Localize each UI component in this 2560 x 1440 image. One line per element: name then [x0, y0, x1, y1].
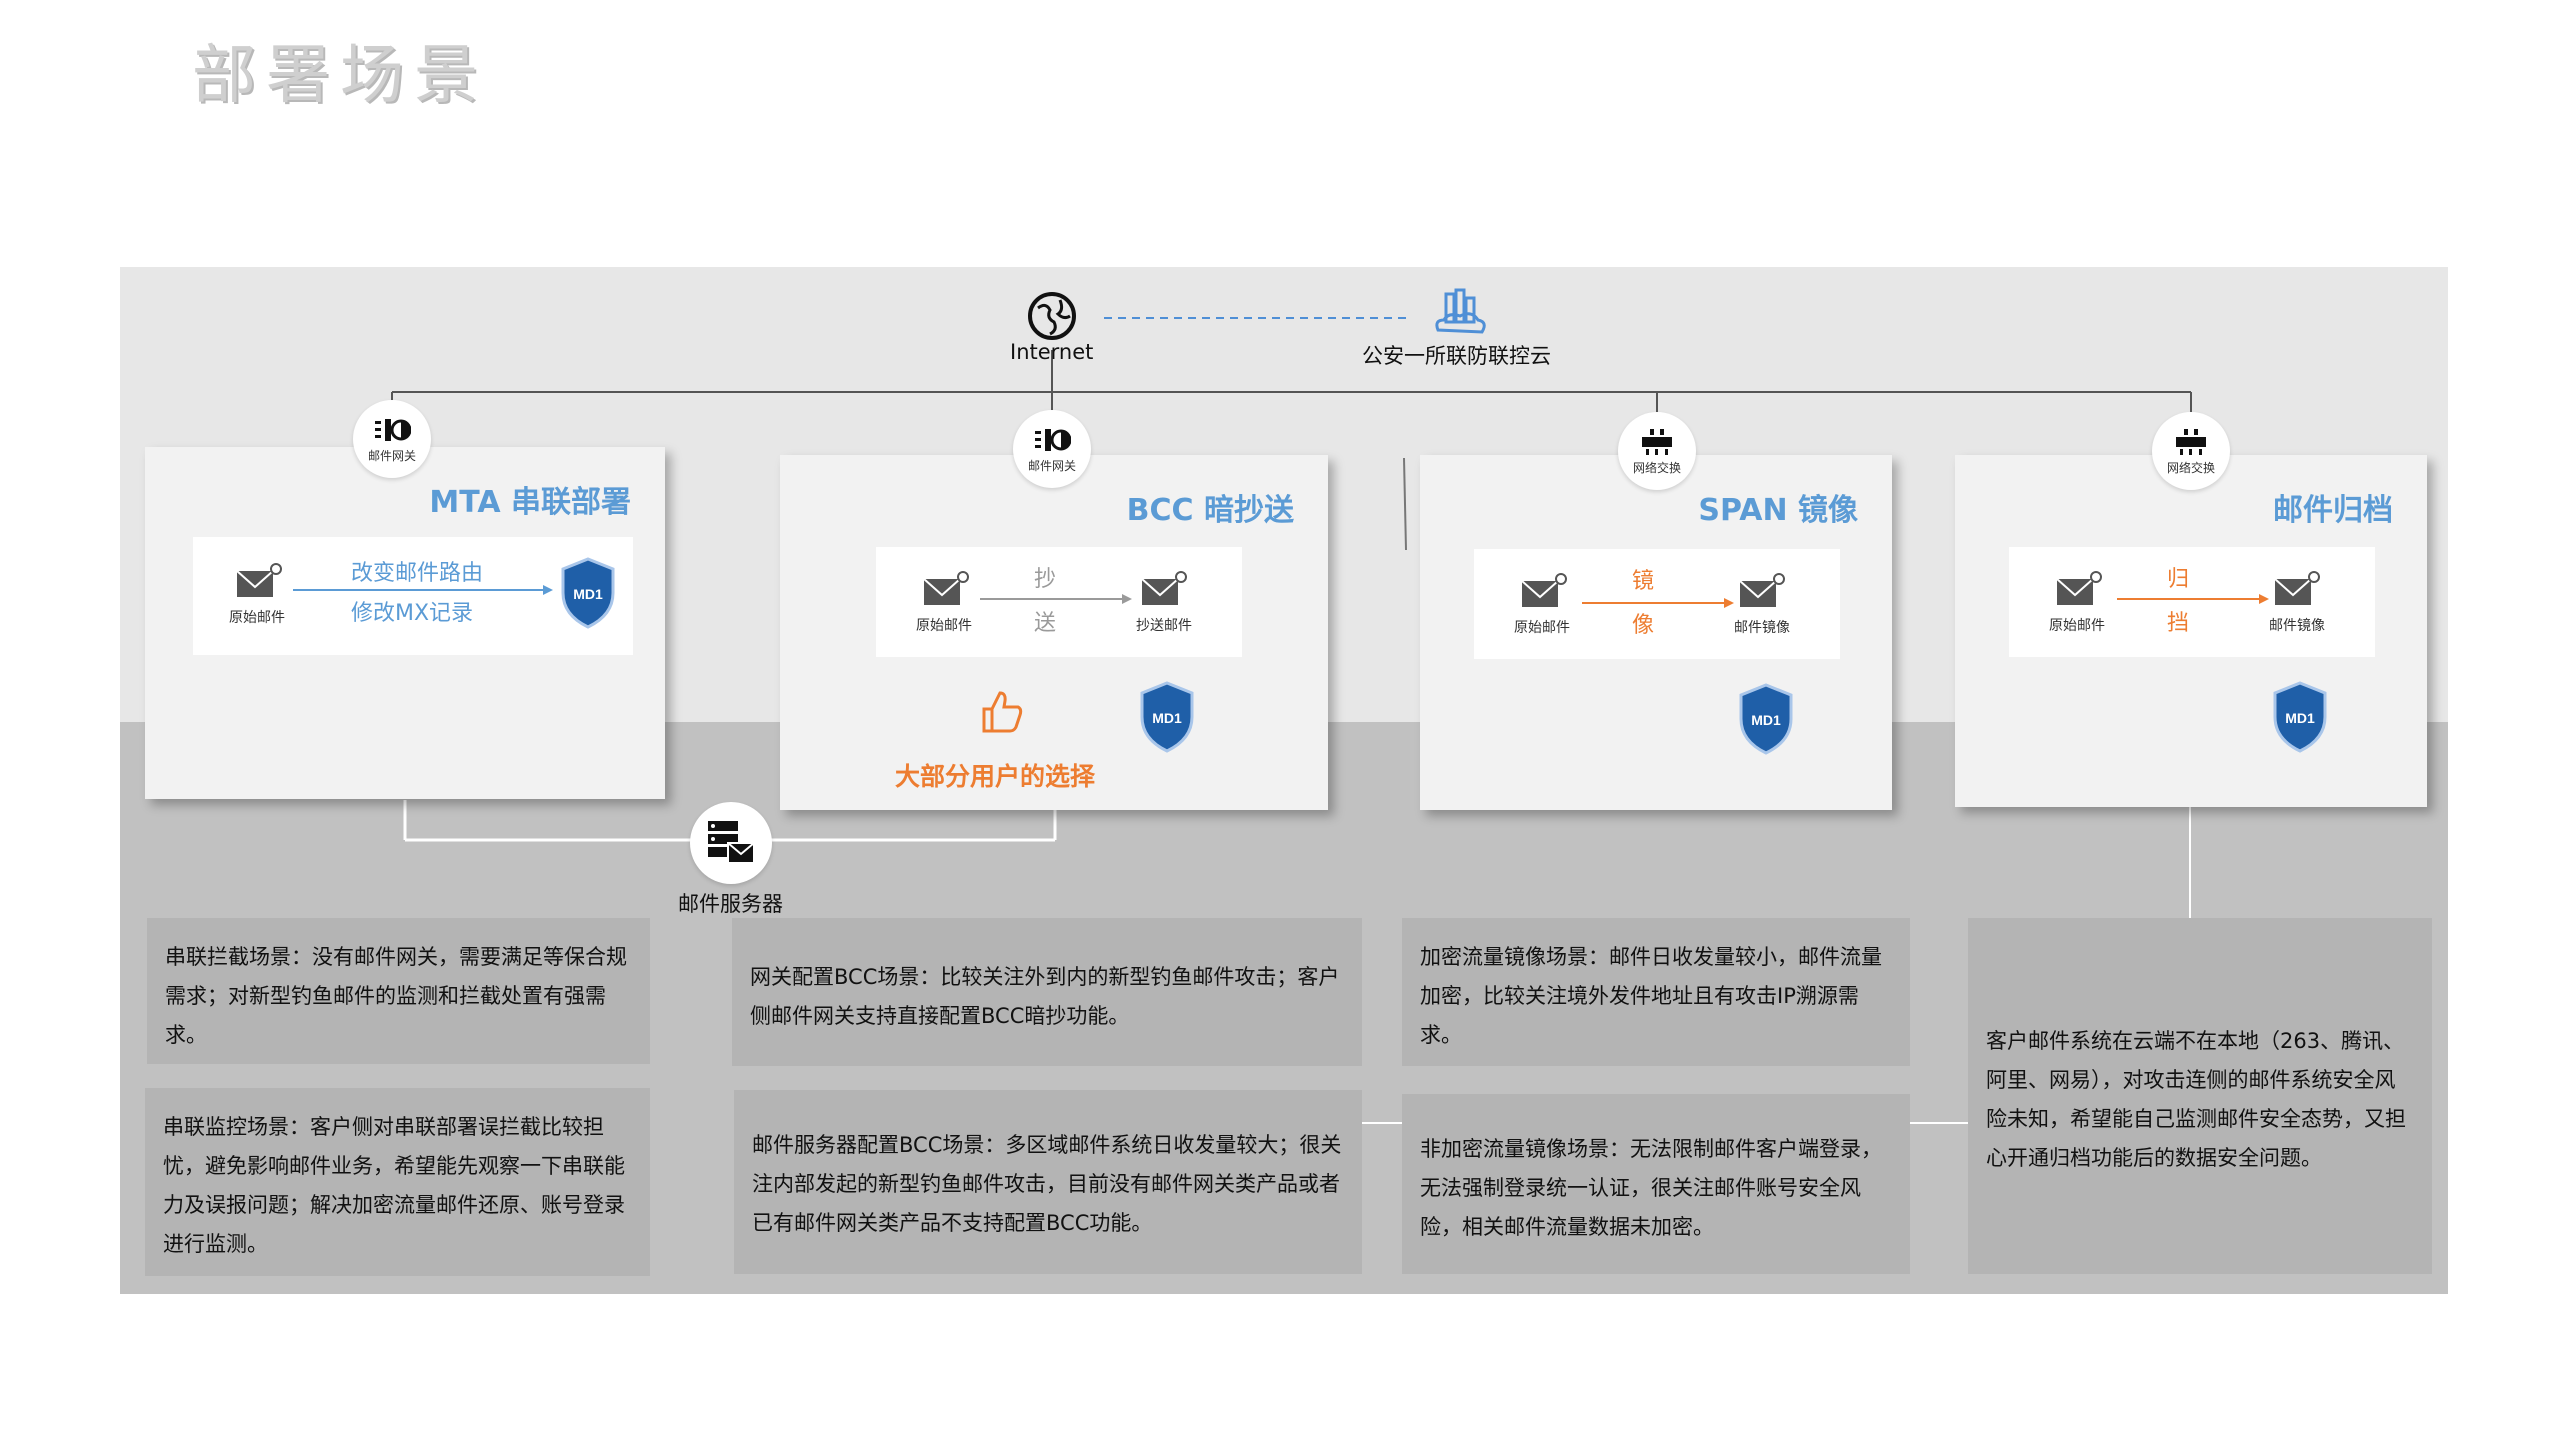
card-bcc-title: BCC 暗抄送: [1126, 493, 1294, 528]
arrow-right-icon: [293, 585, 553, 595]
thumbs-up-icon: [982, 691, 1023, 733]
card-archive-title: 邮件归档: [2273, 493, 2393, 528]
archive-source-label: 原始邮件: [2049, 618, 2105, 634]
card-span: SPAN 镜像 原始邮件 镜 像 邮件镜像 MD1: [1420, 455, 1892, 810]
md1-shield-icon: MD1: [2273, 681, 2327, 753]
archive-mid1: 归: [2167, 567, 2190, 592]
svg-text:MD1: MD1: [1152, 710, 1182, 726]
mail-icon: [1141, 571, 1187, 605]
bcc-source-label: 原始邮件: [916, 618, 972, 634]
globe-icon: [1028, 292, 1076, 340]
device-label: 网络交换: [2166, 460, 2215, 475]
svg-text:MD1: MD1: [2285, 710, 2315, 726]
desc-bcc-server: 邮件服务器配置BCC场景：多区域邮件系统日收发量较大；很关注内部发起的新型钓鱼邮…: [734, 1090, 1362, 1274]
card-bcc: BCC 暗抄送 原始邮件 抄 送 抄送邮件 MD1 大部分用户的选择: [780, 455, 1328, 810]
archive-mid2: 挡: [2167, 611, 2190, 636]
network-switch-icon: [2176, 428, 2206, 455]
mail-server-label: 邮件服务器: [678, 892, 783, 916]
bcc-choice-label: 大部分用户的选择: [895, 762, 1096, 791]
cloud-label: 公安一所联防联控云: [1362, 344, 1551, 368]
network-switch-icon: [1642, 428, 1672, 455]
md1-shield-icon: MD1: [1140, 681, 1194, 753]
arrow-right-icon: [1582, 598, 1734, 608]
mail-icon: [1739, 573, 1785, 607]
card-archive: 邮件归档 原始邮件 归 挡 邮件镜像 MD1: [1955, 455, 2427, 807]
mail-icon: [2056, 571, 2102, 605]
arrow-right-icon: [980, 594, 1132, 604]
device-node-bcc: 邮件网关: [1013, 410, 1091, 488]
desc-mta-monitor: 串联监控场景：客户侧对串联部署误拦截比较担忧，避免影响邮件业务，希望能先观察一下…: [145, 1088, 650, 1276]
arrow-right-icon: [2117, 594, 2269, 604]
mail-icon: [2274, 571, 2320, 605]
desc-bcc-gateway: 网关配置BCC场景：比较关注外到内的新型钓鱼邮件攻击；客户侧邮件网关支持直接配置…: [732, 918, 1362, 1066]
device-label: 邮件网关: [367, 448, 416, 463]
mta-line2: 修改MX记录: [351, 601, 474, 626]
card-mta-flow: 原始邮件 改变邮件路由 修改MX记录 MD1: [193, 537, 633, 655]
device-label: 网络交换: [1632, 460, 1681, 475]
card-mta: MTA 串联部署 原始邮件 改变邮件路由 修改MX记录 MD1: [145, 447, 665, 799]
bcc-mid1: 抄: [1034, 567, 1057, 592]
mail-gateway-icon: [375, 418, 411, 441]
mail-icon: [923, 571, 969, 605]
svg-text:MD1: MD1: [573, 586, 603, 602]
span-mid1: 镜: [1632, 569, 1655, 594]
cloud-node: [1430, 286, 1490, 342]
card-mta-title: MTA 串联部署: [429, 485, 631, 520]
span-target-label: 邮件镜像: [1734, 620, 1790, 636]
span-mid2: 像: [1632, 613, 1655, 638]
desc-archive: 客户邮件系统在云端不在本地（263、腾讯、阿里、网易），对攻击连侧的邮件系统安全…: [1968, 918, 2432, 1274]
device-node-mta: 邮件网关: [353, 400, 431, 478]
mail-server-node: [690, 802, 772, 884]
cloud-buildings-icon: [1435, 288, 1486, 334]
desc-span-encrypted: 加密流量镜像场景：邮件日收发量较小，邮件流量加密，比较关注境外发件地址且有攻击I…: [1402, 918, 1910, 1066]
device-node-archive: 网络交换: [2152, 412, 2230, 490]
md1-shield-icon: MD1: [1739, 683, 1793, 755]
desc-mta-inline-block: 串联拦截场景：没有邮件网关，需要满足等保合规需求；对新型钓鱼邮件的监测和拦截处置…: [147, 918, 650, 1064]
card-span-title: SPAN 镜像: [1698, 493, 1858, 528]
device-label: 邮件网关: [1027, 458, 1076, 473]
mta-source-label: 原始邮件: [229, 610, 285, 626]
internet-label: Internet: [1010, 340, 1094, 364]
bcc-mid2: 送: [1034, 611, 1057, 636]
internet-node: [1024, 288, 1080, 344]
md1-shield-icon: MD1: [561, 557, 615, 629]
card-span-flow: 原始邮件 镜 像 邮件镜像: [1474, 549, 1840, 659]
mail-server-icon: [708, 821, 755, 864]
mail-icon: [1521, 573, 1567, 607]
bcc-target-label: 抄送邮件: [1136, 618, 1192, 634]
archive-target-label: 邮件镜像: [2269, 618, 2325, 634]
mail-gateway-icon: [1035, 428, 1071, 451]
card-bcc-flow: 原始邮件 抄 送 抄送邮件: [876, 547, 1242, 657]
mail-icon: [236, 563, 282, 597]
span-source-label: 原始邮件: [1514, 620, 1570, 636]
desc-span-plain: 非加密流量镜像场景：无法限制邮件客户端登录，无法强制登录统一认证，很关注邮件账号…: [1402, 1094, 1910, 1274]
svg-text:MD1: MD1: [1751, 712, 1781, 728]
card-archive-flow: 原始邮件 归 挡 邮件镜像: [2009, 547, 2375, 657]
device-node-span: 网络交换: [1618, 412, 1696, 490]
